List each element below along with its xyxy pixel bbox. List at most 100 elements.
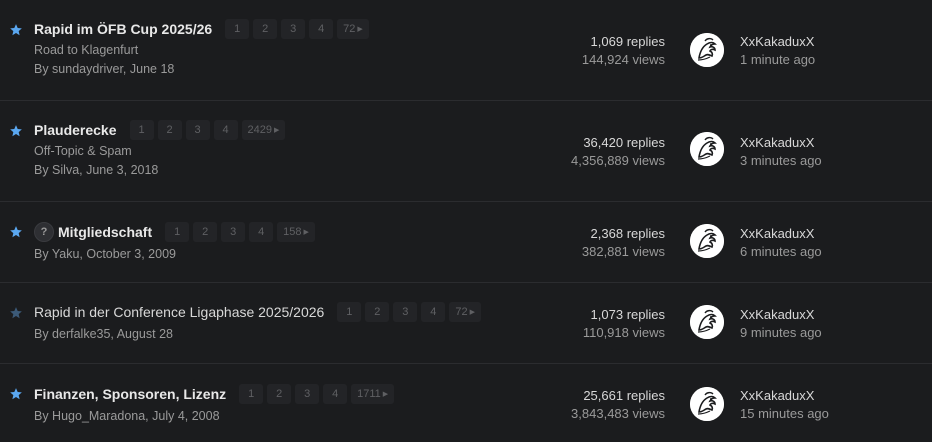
star-icon[interactable] [9,387,23,401]
topic-byline: By sundaydriver, June 18 [34,62,175,76]
last-page-link[interactable]: 72 ▶ [449,302,481,322]
topic-main: Rapid in der Conference Ligaphase 2025/2… [34,302,532,341]
last-poster[interactable]: XxKakaduxX [740,226,822,241]
topic-stats: 25,661 replies 3,843,483 views [571,388,665,421]
avatar-cockatoo-icon[interactable] [690,387,724,421]
last-post: XxKakaduxX 15 minutes ago [740,388,829,421]
page-link[interactable]: 4 [421,302,446,322]
page-link[interactable]: 2 [193,222,218,242]
page-link[interactable]: 3 [185,120,210,140]
page-link[interactable]: 4 [249,222,274,242]
page-link[interactable]: 4 [323,384,348,404]
last-page-link[interactable]: 1711 ▶ [351,384,395,404]
topic-title[interactable]: Mitgliedschaft [58,224,152,240]
star-outline-icon[interactable] [9,306,23,320]
topic-row: Rapid in der Conference Ligaphase 2025/2… [0,283,932,364]
topic-row: ? Mitgliedschaft 1 2 3 4 158 ▶ By Yaku, O… [0,202,932,283]
page-link[interactable]: 2 [365,302,390,322]
page-link[interactable]: 3 [281,19,306,39]
topic-stats: 36,420 replies 4,356,889 views [571,135,665,168]
page-link[interactable]: 2 [253,19,278,39]
page-link[interactable]: 4 [213,120,238,140]
reply-count: 1,073 replies [590,307,665,322]
last-page-link[interactable]: 2429 ▶ [241,120,286,140]
pagination: 1 2 3 4 158 ▶ [165,222,315,242]
topic-stats: 1,073 replies 110,918 views [583,307,665,340]
topic-main: ? Mitgliedschaft 1 2 3 4 158 ▶ By Yaku, O… [34,222,532,261]
page-link[interactable]: 1 [165,222,190,242]
last-post-time[interactable]: 15 minutes ago [740,406,829,421]
reply-count: 1,069 replies [590,34,665,49]
topic-main: Rapid im ÖFB Cup 2025/26 1 2 3 4 72 ▶ Roa… [34,19,532,76]
avatar-cockatoo-icon[interactable] [690,305,724,339]
last-poster[interactable]: XxKakaduxX [740,307,822,322]
page-link[interactable]: 2 [157,120,182,140]
page-link[interactable]: 3 [295,384,320,404]
last-page-label: 72 [455,306,468,318]
avatar-cockatoo-icon[interactable] [690,132,724,166]
reply-count: 36,420 replies [583,135,665,150]
chevron-right-icon: ▶ [303,229,309,236]
topic-subtitle: Off-Topic & Spam [34,144,132,158]
last-post-time[interactable]: 6 minutes ago [740,244,822,259]
last-post: XxKakaduxX 1 minute ago [740,34,815,67]
reply-count: 25,661 replies [583,388,665,403]
topic-list: Rapid im ÖFB Cup 2025/26 1 2 3 4 72 ▶ Roa… [0,0,932,442]
topic-byline: By derfalke35, August 28 [34,327,173,341]
last-poster[interactable]: XxKakaduxX [740,388,829,403]
last-post-time[interactable]: 9 minutes ago [740,325,822,340]
topic-row: Plauderecke 1 2 3 4 2429 ▶ Off-Topic & Sp… [0,101,932,202]
pagination: 1 2 3 4 72 ▶ [225,19,369,39]
last-post-time[interactable]: 1 minute ago [740,52,815,67]
chevron-right-icon: ▶ [382,391,389,398]
view-count: 3,843,483 views [571,406,665,421]
topic-subtitle: Road to Klagenfurt [34,43,139,57]
page-link[interactable]: 3 [221,222,246,242]
reply-count: 2,368 replies [590,226,665,241]
topic-stats: 2,368 replies 382,881 views [582,226,665,259]
last-page-label: 158 [283,226,302,238]
last-page-label: 1711 [357,388,381,400]
topic-byline: By Silva, June 3, 2018 [34,163,159,177]
question-icon: ? [34,222,54,242]
topic-title[interactable]: Finanzen, Sponsoren, Lizenz [34,386,226,402]
view-count: 144,924 views [581,52,665,67]
view-count: 110,918 views [582,325,665,340]
view-count: 4,356,889 views [571,153,665,168]
page-link[interactable]: 1 [225,19,250,39]
page-link[interactable]: 1 [129,120,154,140]
last-post: XxKakaduxX 3 minutes ago [740,135,822,168]
topic-byline: By Yaku, October 3, 2009 [34,247,176,261]
last-poster[interactable]: XxKakaduxX [740,34,815,49]
topic-byline: By Hugo_Maradona, July 4, 2008 [34,409,220,423]
page-link[interactable]: 4 [309,19,334,39]
last-page-label: 2429 [247,124,272,136]
chevron-right-icon: ▶ [469,309,475,316]
topic-title[interactable]: Rapid in der Conference Ligaphase 2025/2… [34,304,324,320]
topic-title[interactable]: Plauderecke [34,122,117,138]
star-icon[interactable] [9,225,23,239]
avatar-cockatoo-icon[interactable] [690,33,724,67]
star-icon[interactable] [9,23,23,37]
last-post: XxKakaduxX 6 minutes ago [740,226,822,259]
last-page-link[interactable]: 72 ▶ [337,19,369,39]
last-page-link[interactable]: 158 ▶ [277,222,315,242]
star-icon[interactable] [9,124,23,138]
avatar-cockatoo-icon[interactable] [690,224,724,258]
page-link[interactable]: 1 [337,302,362,322]
page-link[interactable]: 2 [267,384,292,404]
last-page-label: 72 [343,23,356,35]
topic-stats: 1,069 replies 144,924 views [582,34,665,67]
view-count: 382,881 views [581,244,665,259]
topic-row: Rapid im ÖFB Cup 2025/26 1 2 3 4 72 ▶ Roa… [0,0,932,101]
chevron-right-icon: ▶ [273,127,280,134]
last-post-time[interactable]: 3 minutes ago [740,153,822,168]
page-link[interactable]: 1 [239,384,264,404]
topic-row: Finanzen, Sponsoren, Lizenz 1 2 3 4 1711… [0,364,932,442]
pagination: 1 2 3 4 72 ▶ [337,302,481,322]
topic-title[interactable]: Rapid im ÖFB Cup 2025/26 [34,21,212,37]
chevron-right-icon: ▶ [357,26,363,33]
topic-main: Finanzen, Sponsoren, Lizenz 1 2 3 4 1711… [34,384,532,423]
last-poster[interactable]: XxKakaduxX [740,135,822,150]
page-link[interactable]: 3 [393,302,418,322]
